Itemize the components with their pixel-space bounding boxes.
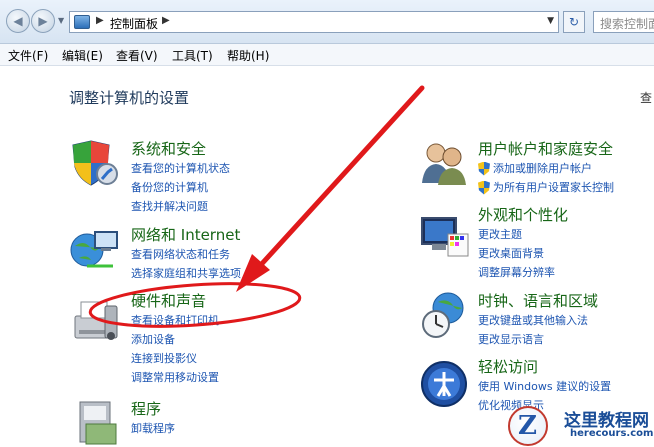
watermark-logo-icon: Z	[508, 406, 548, 446]
menu-file[interactable]: 文件(F)	[8, 47, 48, 64]
programs-icon	[79, 401, 117, 445]
category-title-clock-language[interactable]: 时钟、语言和区域	[478, 291, 598, 311]
page-title: 调整计算机的设置	[69, 89, 190, 107]
category-title-programs[interactable]: 程序	[131, 399, 175, 419]
category-title-user-accounts[interactable]: 用户帐户和家庭安全	[478, 139, 614, 159]
menu-bar: 文件(F) 编辑(E) 查看(V) 工具(T) 帮助(H)	[0, 44, 654, 66]
menu-tools[interactable]: 工具(T)	[172, 47, 213, 64]
category-appearance: 外观和个性化 更改主题 更改桌面背景 调整屏幕分辨率	[478, 205, 568, 282]
uac-shield-icon	[478, 161, 490, 176]
link-troubleshoot[interactable]: 查找并解决问题	[131, 197, 230, 216]
network-globe-icon	[70, 231, 118, 268]
menu-edit[interactable]: 编辑(E)	[62, 47, 103, 64]
address-dropdown-icon[interactable]: ▼	[547, 16, 554, 26]
category-title-appearance[interactable]: 外观和个性化	[478, 205, 568, 225]
menu-view[interactable]: 查看(V)	[116, 47, 158, 64]
link-devices-printers[interactable]: 查看设备和打印机	[131, 311, 219, 330]
breadcrumb-separator-icon[interactable]: ▶	[162, 15, 170, 26]
category-title-network-internet[interactable]: 网络和 Internet	[131, 225, 241, 245]
watermark-url: herecours.com	[570, 428, 654, 439]
link-view-network-status[interactable]: 查看网络状态和任务	[131, 245, 241, 264]
appearance-icon	[421, 217, 469, 257]
link-connect-projector[interactable]: 连接到投影仪	[131, 349, 219, 368]
category-network-internet: 网络和 Internet 查看网络状态和任务 选择家庭组和共享选项	[131, 225, 241, 283]
category-clock-language: 时钟、语言和区域 更改键盘或其他输入法 更改显示语言	[478, 291, 598, 349]
link-screen-resolution[interactable]: 调整屏幕分辨率	[478, 263, 568, 282]
refresh-icon: ↻	[568, 15, 580, 29]
category-hardware-sound: 硬件和声音 查看设备和打印机 添加设备 连接到投影仪 调整常用移动设置	[131, 291, 219, 387]
clock-globe-icon	[422, 292, 464, 338]
link-mobility-settings[interactable]: 调整常用移动设置	[131, 368, 219, 387]
category-title-system-security[interactable]: 系统和安全	[131, 139, 230, 159]
link-label: 为所有用户设置家长控制	[493, 181, 614, 194]
category-user-accounts: 用户帐户和家庭安全 添加或删除用户帐户 为所有用户设置家长控制	[478, 139, 614, 197]
annotation-arrow-head	[236, 254, 270, 292]
category-system-security: 系统和安全 查看您的计算机状态 备份您的计算机 查找并解决问题	[131, 139, 230, 216]
link-parental-controls[interactable]: 为所有用户设置家长控制	[478, 178, 614, 197]
link-change-theme[interactable]: 更改主题	[478, 225, 568, 244]
back-arrow-icon: ◀	[13, 14, 23, 28]
link-display-language[interactable]: 更改显示语言	[478, 330, 598, 349]
link-homegroup-sharing[interactable]: 选择家庭组和共享选项	[131, 264, 241, 283]
recent-pages-dropdown-icon[interactable]: ▼	[58, 16, 64, 25]
forward-button[interactable]: ▶	[31, 9, 55, 33]
ease-of-access-icon	[421, 361, 467, 407]
annotation-arrow-shaft	[255, 85, 425, 271]
search-input[interactable]: 搜索控制面	[593, 11, 654, 33]
refresh-button[interactable]: ↻	[563, 11, 585, 33]
link-backup-computer[interactable]: 备份您的计算机	[131, 178, 230, 197]
forward-arrow-icon: ▶	[38, 14, 48, 28]
menu-help[interactable]: 帮助(H)	[227, 47, 269, 64]
view-by-label[interactable]: 查	[640, 89, 652, 106]
uac-shield-icon	[478, 180, 490, 195]
link-uninstall-program[interactable]: 卸载程序	[131, 419, 175, 438]
address-bar: ◀ ▶ ▼ ▶ 控制面板 ▶ ▼ ↻ 搜索控制面	[0, 0, 654, 44]
users-icon	[422, 143, 466, 185]
printer-icon	[74, 301, 118, 340]
watermark: Z 这里教程网 herecours.com	[504, 404, 654, 447]
breadcrumb-control-panel[interactable]: 控制面板	[110, 15, 158, 32]
link-label: 添加或删除用户帐户	[493, 162, 592, 175]
link-view-computer-status[interactable]: 查看您的计算机状态	[131, 159, 230, 178]
control-panel-icon	[74, 15, 90, 29]
breadcrumb-separator-icon[interactable]: ▶	[96, 15, 104, 26]
link-windows-recommended[interactable]: 使用 Windows 建议的设置	[478, 377, 611, 396]
link-keyboard-input[interactable]: 更改键盘或其他输入法	[478, 311, 598, 330]
link-desktop-background[interactable]: 更改桌面背景	[478, 244, 568, 263]
category-title-ease-of-access[interactable]: 轻松访问	[478, 357, 611, 377]
link-add-device[interactable]: 添加设备	[131, 330, 219, 349]
shield-icon	[72, 140, 118, 186]
address-box[interactable]: ▶ 控制面板 ▶ ▼	[69, 11, 559, 33]
link-add-remove-accounts[interactable]: 添加或删除用户帐户	[478, 159, 614, 178]
back-button[interactable]: ◀	[6, 9, 30, 33]
category-programs: 程序 卸载程序	[131, 399, 175, 438]
category-title-hardware-sound[interactable]: 硬件和声音	[131, 291, 219, 311]
